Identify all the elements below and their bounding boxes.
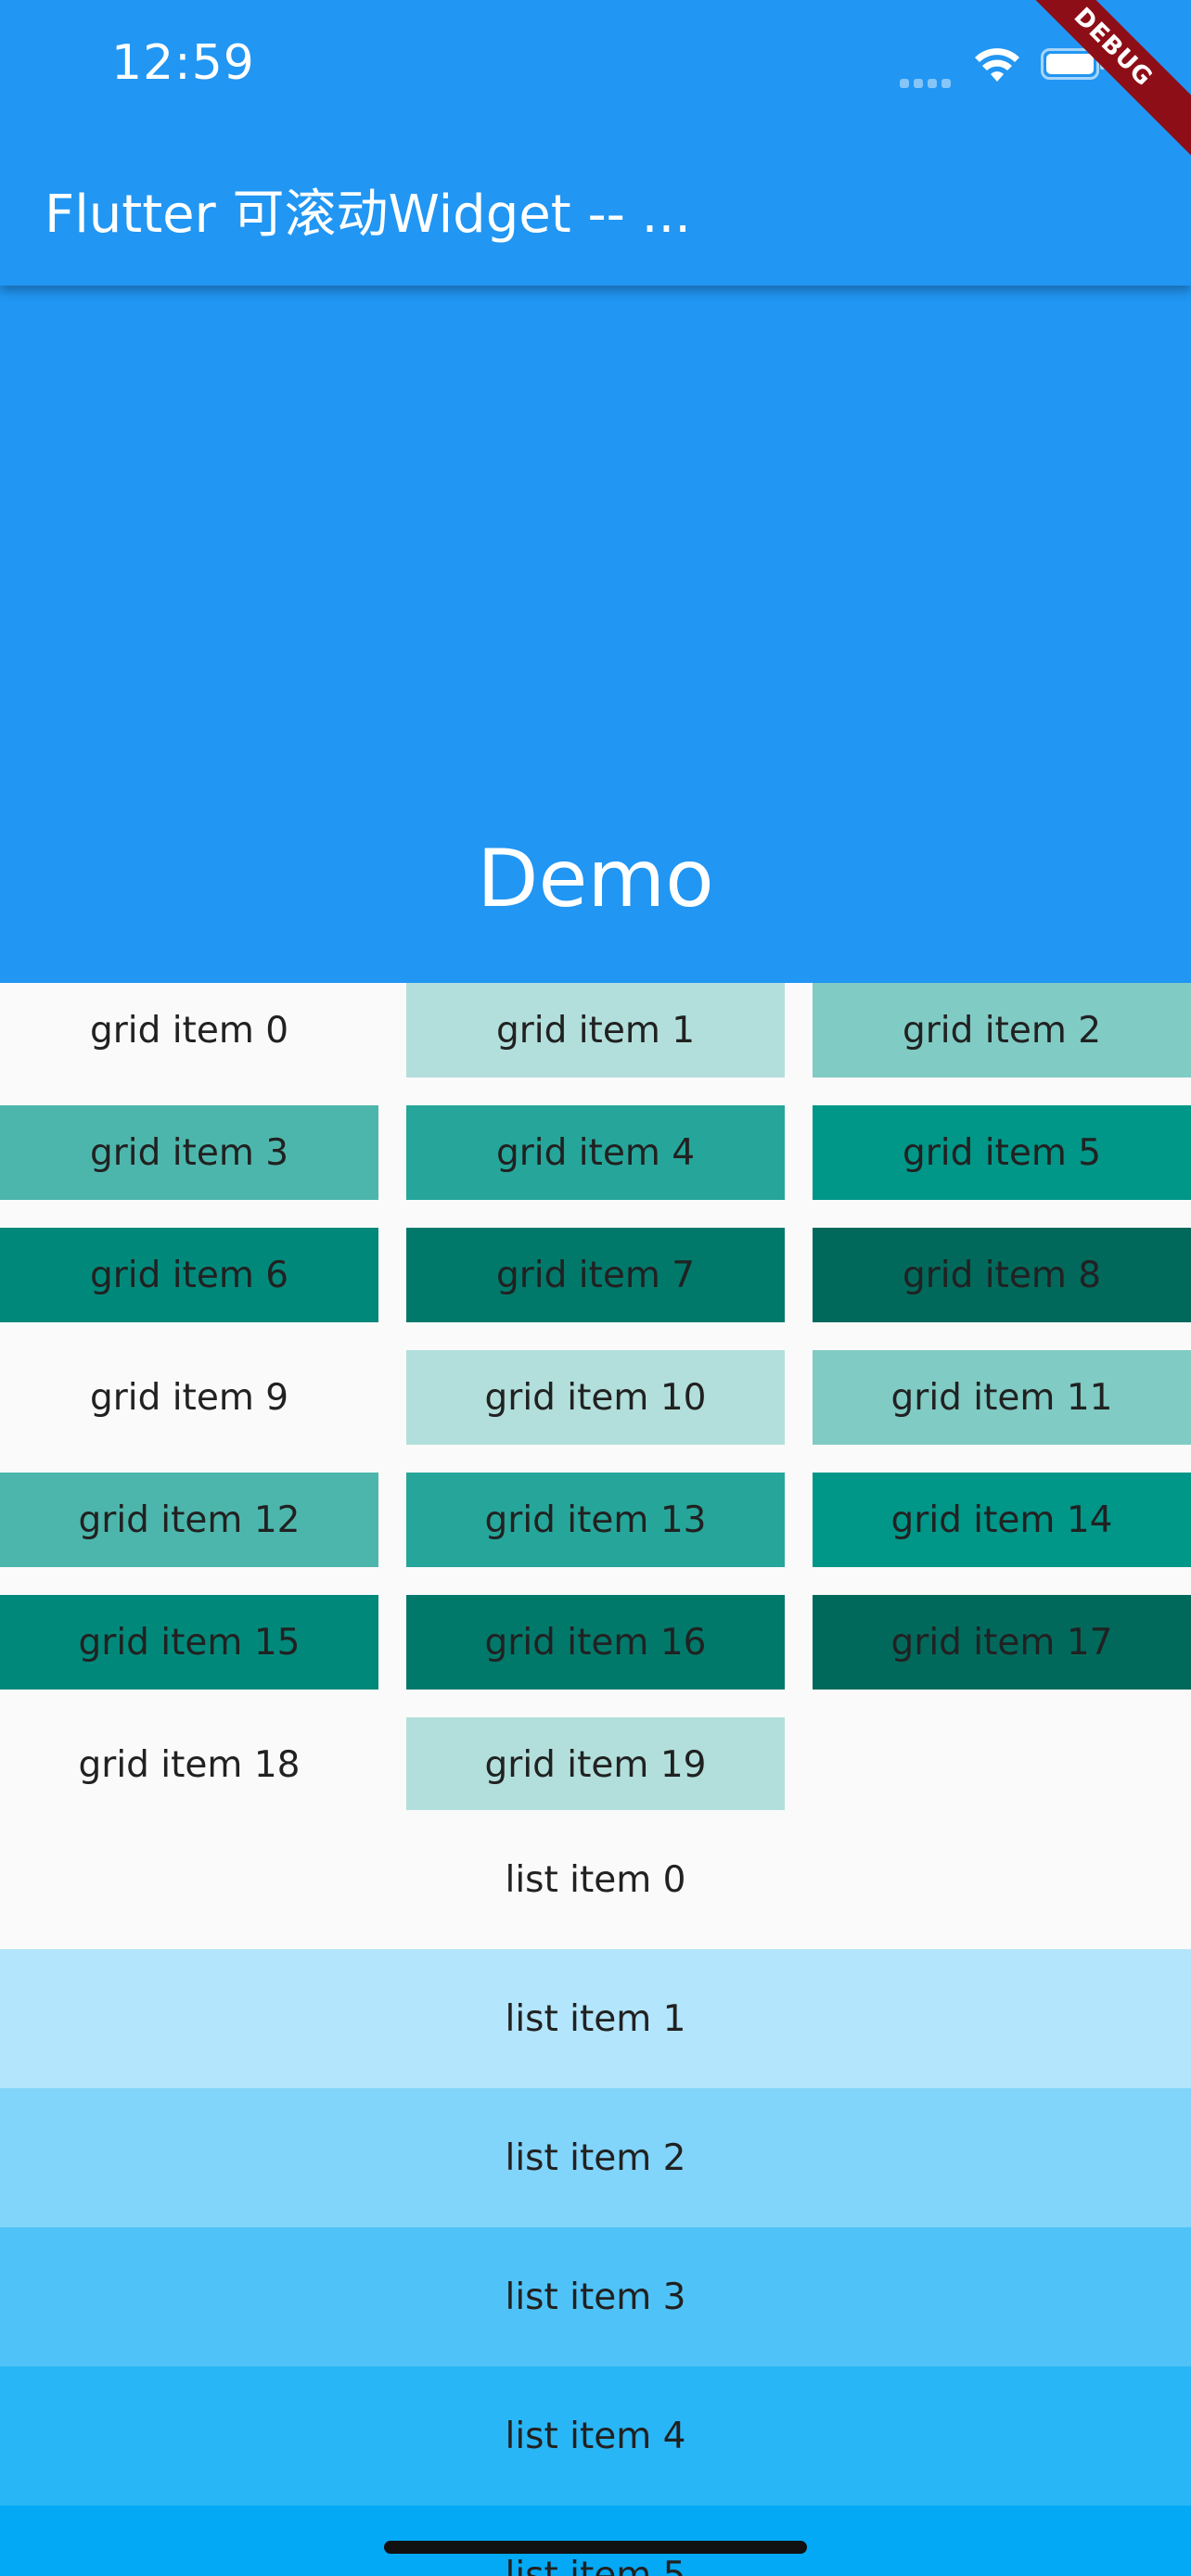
grid-item[interactable]: grid item 9 — [0, 1350, 378, 1445]
cellular-signal-icon — [900, 74, 957, 88]
home-indicator[interactable] — [384, 2541, 807, 2554]
grid-item[interactable]: grid item 15 — [0, 1595, 378, 1690]
list-item[interactable]: list item 3 — [0, 2227, 1191, 2366]
list-item[interactable]: list item 4 — [0, 2366, 1191, 2506]
grid-item[interactable]: grid item 1 — [406, 983, 785, 1078]
grid-item[interactable]: grid item 16 — [406, 1595, 785, 1690]
grid-item[interactable]: grid item 7 — [406, 1228, 785, 1322]
grid-item[interactable]: grid item 2 — [813, 983, 1191, 1078]
grid-item[interactable]: grid item 3 — [0, 1105, 378, 1200]
phone-screen: 12:59 Flutter 可滚动Widget -- ... DEBUG Dem… — [0, 0, 1191, 2576]
status-time: 12:59 — [111, 35, 255, 91]
grid-item[interactable]: grid item 4 — [406, 1105, 785, 1200]
header-title: Demo — [477, 833, 714, 925]
grid-item[interactable]: grid item 5 — [813, 1105, 1191, 1200]
list-item[interactable]: list item 0 — [0, 1810, 1191, 1950]
grid-item[interactable]: grid item 19 — [406, 1717, 785, 1812]
list-item[interactable]: list item 2 — [0, 2088, 1191, 2227]
flexible-space-header: Demo — [0, 286, 1191, 983]
list-item[interactable]: list item 1 — [0, 1949, 1191, 2088]
grid-item[interactable]: grid item 8 — [813, 1228, 1191, 1322]
wifi-icon — [975, 48, 1019, 82]
grid-item[interactable]: grid item 11 — [813, 1350, 1191, 1445]
grid-item[interactable]: grid item 12 — [0, 1473, 378, 1567]
grid-item[interactable]: grid item 14 — [813, 1473, 1191, 1567]
grid-item[interactable]: grid item 17 — [813, 1595, 1191, 1690]
grid-item[interactable]: grid item 6 — [0, 1228, 378, 1322]
grid-item[interactable]: grid item 0 — [0, 983, 378, 1078]
app-bar: 12:59 Flutter 可滚动Widget -- ... — [0, 0, 1191, 286]
app-bar-title: Flutter 可滚动Widget -- ... — [45, 185, 692, 245]
grid-item[interactable]: grid item 13 — [406, 1473, 785, 1567]
grid-item[interactable]: grid item 10 — [406, 1350, 785, 1445]
grid-item[interactable]: grid item 18 — [0, 1717, 378, 1812]
